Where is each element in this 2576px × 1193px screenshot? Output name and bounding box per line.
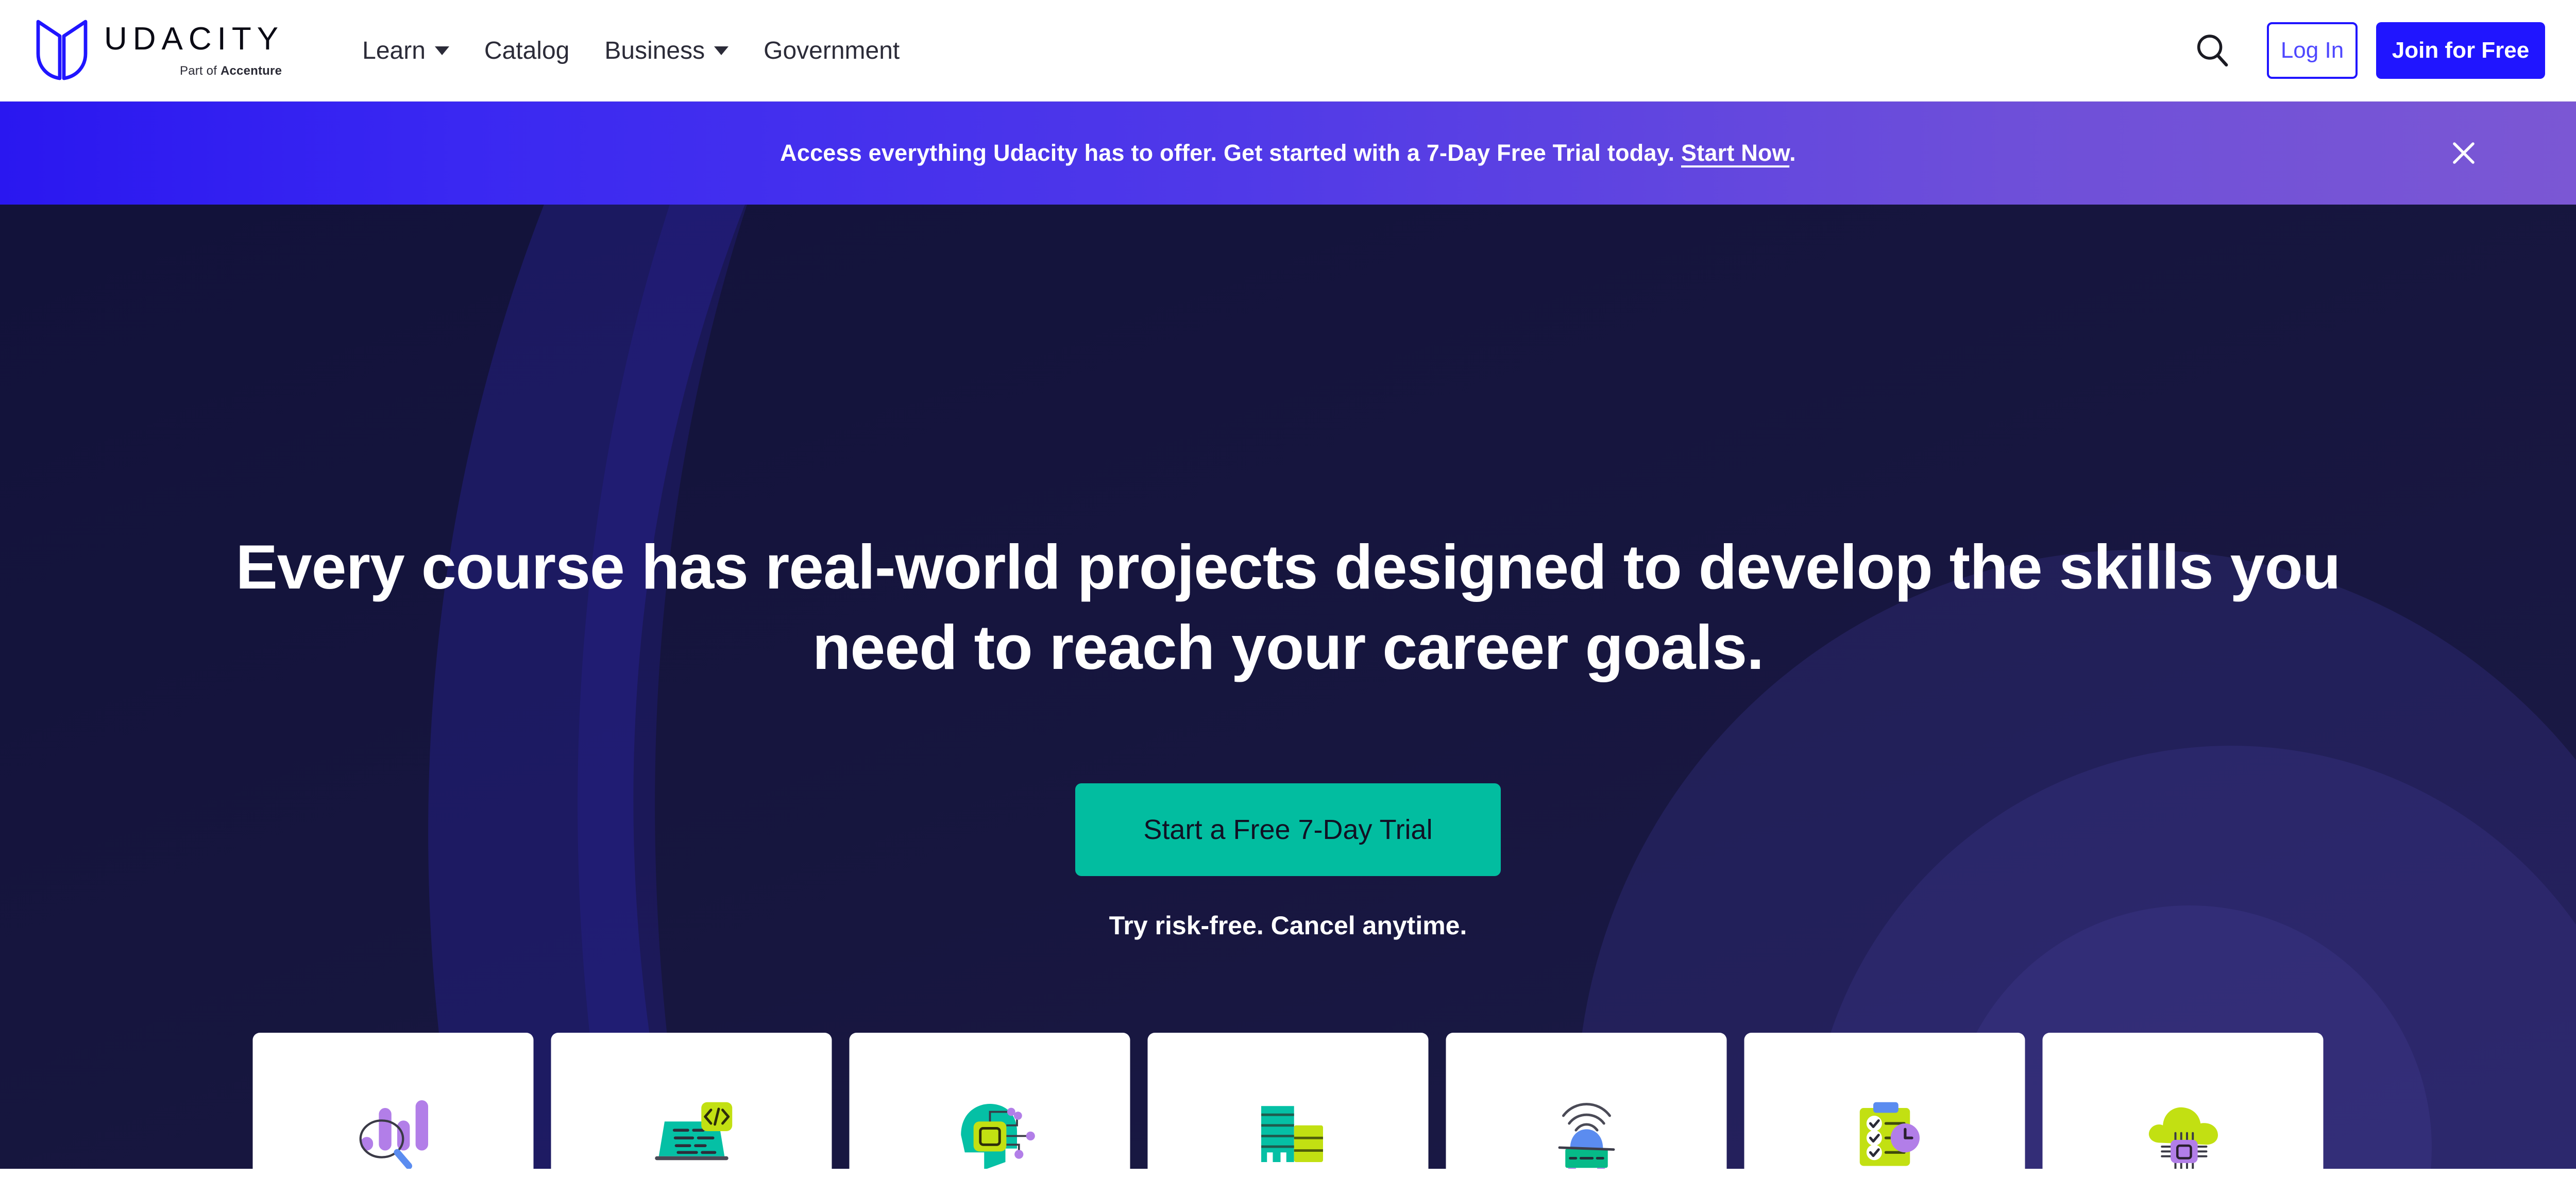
hero-headline: Every course has real-world projects des… [180, 527, 2396, 687]
chevron-down-icon [714, 46, 729, 55]
search-icon [2197, 35, 2228, 67]
laptop-code-icon [632, 1087, 751, 1169]
promo-banner: Access everything Udacity has to offer. … [0, 102, 2576, 205]
logo-tagline: Part of Accenture [179, 63, 282, 78]
nav-item-government[interactable]: Government [764, 37, 900, 65]
site-header: UDACITY Part of Accenture Learn Catalog … [0, 0, 2576, 102]
hero-section: Every course has real-world projects des… [0, 205, 2576, 1169]
nav-label-catalog: Catalog [484, 37, 570, 64]
category-card-autonomous-systems[interactable]: Autonomous Systems [1446, 1033, 1727, 1169]
header-actions: Log In Join for Free [2188, 22, 2545, 79]
login-label: Log In [2280, 38, 2344, 63]
bar-chart-magnifier-icon [334, 1087, 452, 1169]
udacity-u-icon [36, 20, 88, 80]
promo-text-before: Access everything Udacity has to offer. … [780, 140, 1681, 166]
promo-start-now-link[interactable]: Start Now [1681, 140, 1789, 166]
nav-label-government: Government [764, 37, 900, 64]
nav-item-business[interactable]: Business [604, 37, 729, 65]
chevron-down-icon [434, 46, 449, 55]
cloud-chip-icon [2124, 1087, 2242, 1169]
hero-headline-line1: Every course has real-world projects des… [235, 532, 2042, 602]
main-navigation: Learn Catalog Business Government [362, 37, 935, 65]
logo-wordmark: UDACITY [104, 21, 284, 57]
join-for-free-button[interactable]: Join for Free [2376, 22, 2545, 79]
cta-label: Start a Free 7-Day Trial [1143, 814, 1433, 845]
start-free-trial-button[interactable]: Start a Free 7-Day Trial [1075, 783, 1501, 876]
nav-label-learn: Learn [362, 37, 426, 64]
brain-chip-icon [930, 1087, 1049, 1169]
udacity-logo[interactable]: UDACITY Part of Accenture [33, 19, 284, 82]
office-buildings-icon [1229, 1087, 1347, 1169]
close-icon [2453, 142, 2475, 164]
join-label: Join for Free [2392, 38, 2530, 63]
category-card-business[interactable]: Business [1147, 1033, 1429, 1169]
nav-item-learn[interactable]: Learn [362, 37, 449, 65]
search-button[interactable] [2188, 26, 2237, 75]
category-card-data-science[interactable]: Data Science [252, 1033, 534, 1169]
promo-banner-close-button[interactable] [2440, 129, 2487, 177]
clipboard-clock-icon [1825, 1087, 1944, 1169]
self-driving-car-icon [1527, 1087, 1646, 1169]
login-button[interactable]: Log In [2267, 22, 2358, 79]
promo-text-after: . [1789, 140, 1796, 166]
category-card-programming-development[interactable]: Programming & Development [551, 1033, 832, 1169]
nav-item-catalog[interactable]: Catalog [484, 37, 569, 65]
nav-label-business: Business [604, 37, 705, 64]
promo-banner-text: Access everything Udacity has to offer. … [780, 140, 1796, 166]
category-card-product-management[interactable]: Product Management [1744, 1033, 2025, 1169]
category-card-artificial-intelligence[interactable]: Artificial Intelligence [849, 1033, 1130, 1169]
category-card-cloud-computing[interactable]: Cloud Computing [2042, 1033, 2324, 1169]
cta-subtext: Try risk-free. Cancel anytime. [1109, 911, 1467, 940]
category-card-list: Data Science [252, 1033, 2324, 1169]
